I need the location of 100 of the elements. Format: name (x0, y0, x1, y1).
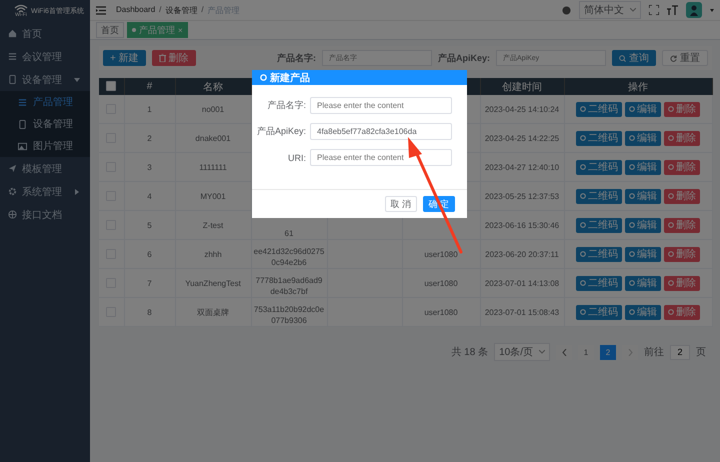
table-cell: 2023-04-25 14:22:25 (480, 124, 564, 152)
input-field[interactable]: 4fa8eb5ef77a82cfa3e106da (310, 123, 452, 140)
input-field[interactable]: Please enter the content (310, 97, 452, 114)
delete-button[interactable]: 删除 (152, 50, 196, 66)
breadcrumb-separator: / (201, 4, 204, 16)
language-select[interactable]: 简体中文 (579, 1, 641, 19)
table-cell: user1080 (424, 278, 458, 288)
search-button[interactable]: 查询 (612, 50, 656, 66)
field-label: 产品名字: (266, 99, 306, 112)
circle-icon (668, 164, 674, 170)
circle-icon (580, 164, 586, 170)
table-cell: MY001 (175, 182, 251, 210)
edit-button[interactable]: 编辑 (625, 304, 661, 320)
circle-icon (629, 280, 635, 286)
wifi-icon (14, 4, 28, 13)
cancel-button[interactable]: 取 消 (385, 196, 417, 212)
delete-button[interactable]: 删除 (664, 276, 700, 290)
menu-icon[interactable] (96, 6, 106, 14)
table-cell: Z-test (175, 210, 251, 240)
input-field[interactable]: Please enter the content (310, 149, 452, 166)
table-cell: user1080 (424, 250, 458, 258)
edit-button[interactable]: 编辑 (625, 160, 661, 174)
table-cell: 2023-07-01 15:08:43 (480, 298, 564, 326)
table-cell: 1 (124, 95, 175, 124)
delete-button[interactable]: 删除 (664, 160, 700, 174)
table-cell: 61 (284, 228, 294, 239)
edit-button[interactable]: 编辑 (625, 246, 661, 262)
trash-icon (158, 54, 166, 62)
table-cell: 2023-05-25 12:37:53 (480, 182, 564, 210)
tab[interactable]: 产品管理 × (127, 22, 188, 38)
close-icon[interactable]: × (178, 26, 183, 34)
menu-item[interactable]: 设备管理 (0, 68, 90, 91)
circle-icon (629, 222, 635, 228)
caret-icon (74, 76, 80, 82)
column-header: 操作 (564, 78, 712, 95)
circle-icon (580, 135, 586, 141)
chevron-right-icon (628, 348, 632, 356)
edit-button[interactable]: 编辑 (625, 218, 661, 232)
circle-icon (629, 251, 635, 257)
refresh-icon (670, 54, 677, 62)
submenu-item[interactable]: 设备管理 (0, 113, 90, 135)
delete-button[interactable]: 删除 (664, 102, 700, 116)
edit-button[interactable]: 编辑 (625, 102, 661, 116)
qr-code-button[interactable]: 二维码 (576, 218, 622, 232)
qr-code-button[interactable]: 二维码 (576, 246, 622, 262)
qr-code-button[interactable]: 二维码 (576, 130, 622, 146)
menu-item[interactable]: 系统管理 (0, 180, 90, 203)
delete-button[interactable]: 删除 (664, 188, 700, 204)
submenu-item[interactable]: 图片管理 (0, 135, 90, 157)
circle-icon (629, 135, 635, 141)
edit-button[interactable]: 编辑 (625, 130, 661, 146)
font-size-icon[interactable] (667, 5, 678, 15)
checkbox[interactable] (106, 81, 116, 92)
submenu-item[interactable]: 产品管理 (0, 91, 90, 113)
circle-icon (580, 309, 586, 315)
avatar[interactable] (686, 2, 702, 18)
breadcrumb-separator: / (159, 4, 162, 16)
caret-icon (74, 188, 80, 194)
chevron-icon (630, 8, 636, 12)
globe-icon[interactable] (562, 6, 571, 14)
qr-code-button[interactable]: 二维码 (576, 304, 622, 320)
page-size-select[interactable]: 10条/页 (494, 343, 550, 361)
circle-icon (668, 280, 674, 286)
qr-code-button[interactable]: 二维码 (576, 188, 622, 204)
fullscreen-icon[interactable] (649, 5, 659, 15)
table-cell: 2023-04-27 12:40:10 (480, 152, 564, 182)
add-button[interactable]: + 新建 (103, 50, 146, 66)
table-cell: 5 (124, 210, 175, 240)
breadcrumb-item[interactable]: 设备管理 (165, 4, 198, 16)
circle-icon (668, 251, 674, 257)
delete-button[interactable]: 删除 (664, 304, 700, 320)
table-cell: 1111111 (175, 152, 251, 182)
breadcrumb-item[interactable]: Dashboard (116, 4, 156, 16)
circle-icon (668, 309, 674, 315)
circle-icon (668, 135, 674, 141)
qr-code-button[interactable]: 二维码 (576, 276, 622, 290)
page-input[interactable]: 2 (670, 344, 690, 360)
menu-item[interactable]: 首页 (0, 22, 90, 45)
total-count: 共 18 条 (451, 346, 488, 359)
circle-icon (580, 106, 586, 112)
edit-button[interactable]: 编辑 (625, 276, 661, 290)
menu-item[interactable]: 模板管理 (0, 157, 90, 180)
circle-icon (580, 280, 586, 286)
reset-button[interactable]: 重置 (662, 50, 708, 66)
column-header: 创建时间 (480, 78, 564, 95)
table-cell: no001 (175, 95, 251, 124)
menu-item[interactable]: 会议管理 (0, 45, 90, 68)
chevron-icon (539, 350, 545, 354)
circle-icon (668, 193, 674, 199)
caret-icon[interactable] (710, 8, 714, 12)
table-cell: 2 (124, 124, 175, 152)
delete-button[interactable]: 删除 (664, 246, 700, 262)
edit-button[interactable]: 编辑 (625, 188, 661, 204)
qr-code-button[interactable]: 二维码 (576, 102, 622, 116)
menu-item[interactable]: 接口文档 (0, 203, 90, 226)
delete-button[interactable]: 删除 (664, 218, 700, 232)
page-button[interactable]: 2 (600, 344, 616, 360)
delete-button[interactable]: 删除 (664, 130, 700, 146)
qr-code-button[interactable]: 二维码 (576, 160, 622, 174)
tab[interactable]: 首页 (96, 22, 124, 38)
